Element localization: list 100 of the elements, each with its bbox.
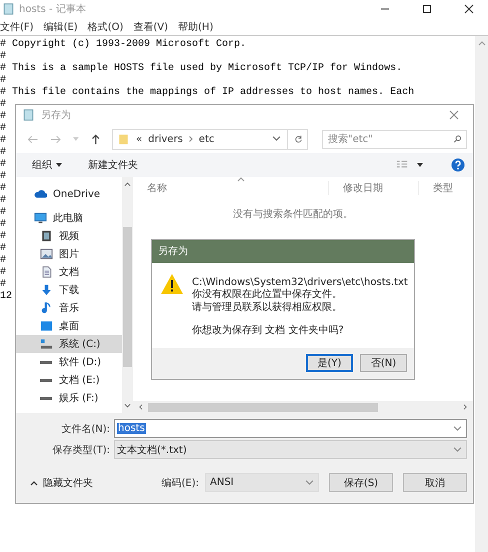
dialog-button[interactable]: 保存(S)	[329, 473, 393, 492]
sidebar-item[interactable]: 文档	[16, 263, 122, 281]
sidebar-item[interactable]: 娱乐 (F:)	[16, 389, 122, 407]
field-label: 文件名(N):	[60, 422, 111, 436]
scroll-up-icon[interactable]	[124, 181, 131, 187]
chevron-down-icon	[453, 446, 462, 454]
text-line: #	[0, 99, 6, 111]
sidebar-item[interactable]: 此电脑	[16, 209, 122, 227]
field-label: 保存类型(T):	[52, 444, 111, 456]
close-icon[interactable]	[464, 4, 474, 14]
sidebar-item[interactable]: 文档 (E:)	[16, 371, 122, 389]
menu-item[interactable]: 编辑(E)	[44, 20, 78, 34]
sidebar-item[interactable]: 下载	[16, 281, 122, 299]
notepad-icon	[2, 3, 15, 15]
text-line: #	[0, 183, 6, 195]
menu-item[interactable]: 查看(V)	[133, 20, 168, 34]
dialog-button[interactable]: 是(Y)	[306, 354, 353, 372]
encoding-dropdown[interactable]: ANSI	[205, 473, 319, 492]
scroll-down-icon[interactable]	[124, 403, 131, 409]
text-line: #	[0, 243, 6, 255]
scrollbar[interactable]	[475, 36, 488, 552]
question-text: 你想改为保存到 文档 文件夹中吗?	[192, 325, 345, 338]
text-line: #	[0, 159, 6, 171]
text-line: #	[0, 171, 6, 183]
chevron-icon	[188, 136, 193, 142]
text-line: #	[0, 279, 6, 291]
desktop-icon	[40, 320, 53, 332]
text-line: #	[0, 207, 6, 219]
text-line: #	[0, 147, 6, 159]
sidebar-item[interactable]: 桌面	[16, 317, 122, 335]
text-line: #	[0, 219, 6, 231]
breadcrumb-item[interactable]: drivers	[148, 134, 183, 144]
text-line: #	[0, 51, 6, 63]
file-type-dropdown[interactable]: 文本文档(*.txt)	[114, 440, 467, 459]
window-title: hosts - 记事本	[19, 2, 86, 16]
scrollbar[interactable]	[133, 401, 473, 413]
sidebar-item[interactable]: OneDrive	[16, 185, 122, 203]
organize-button[interactable]: 组织	[28, 158, 66, 172]
caret-icon[interactable]	[417, 163, 423, 167]
text-line: # Copyright (c) 1993-2009 Microsoft Corp.	[0, 39, 246, 51]
system-drive-icon	[40, 338, 53, 350]
text-line: # This is a sample HOSTS file used by Microsoft TCP/IP for Windows.	[0, 63, 402, 75]
menu-item[interactable]: 文件(F)	[0, 20, 34, 34]
scrollbar[interactable]	[122, 177, 133, 413]
help-icon[interactable]	[451, 158, 465, 172]
field-label: 编码(E):	[162, 476, 199, 490]
monitor-icon	[34, 212, 47, 224]
warning-icon	[160, 272, 184, 295]
picture-icon	[40, 248, 53, 260]
notepad-icon	[22, 109, 35, 121]
column-header[interactable]: 修改日期	[329, 181, 419, 195]
dialog-title: 另存为	[41, 108, 71, 122]
drive-icon	[40, 396, 52, 400]
dialog-button[interactable]: 取消	[403, 473, 467, 492]
chevron-down-icon[interactable]	[453, 424, 462, 432]
column-header[interactable]: 类型	[419, 181, 453, 195]
chevron-down-icon[interactable]	[272, 135, 281, 143]
text-line: #	[0, 123, 6, 135]
chevron-down-icon	[305, 478, 314, 486]
text-line: # This file contains the mappings of IP addresses to host names. Each	[0, 87, 414, 99]
search-field[interactable]: 搜索"etc"	[322, 130, 467, 148]
text-line: #	[0, 267, 6, 279]
message-line: C:\Windows\System32\drivers\etc\hosts.txt	[192, 276, 408, 288]
cloud-icon	[34, 188, 47, 200]
text-line: #	[0, 255, 6, 267]
music-note-icon	[40, 302, 53, 314]
sidebar-item[interactable]: 系统 (C:)	[16, 335, 122, 353]
menu-item[interactable]: 格式(O)	[88, 20, 124, 34]
drive-icon	[40, 378, 52, 382]
message-line: 请与管理员联系以获得相应权限。	[192, 302, 343, 314]
message-line: 你没有权限在此位置中保存文件。	[192, 289, 343, 302]
address-bar[interactable]: « drivers etc	[112, 128, 308, 150]
up-arrow-icon[interactable]	[90, 134, 102, 144]
file-name-field[interactable]: hosts	[114, 419, 467, 438]
text-line: #	[0, 111, 6, 123]
maximize-icon[interactable]	[422, 4, 432, 14]
column-header[interactable]: 名称	[133, 181, 329, 195]
scroll-right-icon[interactable]	[462, 404, 469, 410]
caret-icon	[56, 163, 62, 167]
sidebar-item[interactable]: 音乐	[16, 299, 122, 317]
sidebar-item[interactable]: 软件 (D:)	[16, 353, 122, 371]
breadcrumb-item[interactable]: «	[136, 134, 142, 144]
chevron-up-icon	[30, 480, 38, 486]
sidebar-item[interactable]: 图片	[16, 245, 122, 263]
dialog-title: 另存为	[158, 244, 188, 258]
download-arrow-icon	[40, 284, 53, 296]
refresh-icon[interactable]	[294, 135, 303, 143]
hide-folders-button[interactable]: 隐藏文件夹	[22, 476, 93, 490]
breadcrumb-item[interactable]: etc	[198, 134, 214, 144]
document-icon	[40, 266, 53, 278]
search-icon	[452, 134, 462, 142]
sidebar-item[interactable]: 视频	[16, 227, 122, 245]
film-icon	[40, 230, 53, 242]
text-line: #	[0, 231, 6, 243]
drive-icon	[40, 360, 52, 364]
dialog-button[interactable]: 否(N)	[360, 354, 407, 372]
folder-icon	[117, 133, 130, 145]
new-folder-button[interactable]: 新建文件夹	[84, 158, 142, 172]
menu-item[interactable]: 帮助(H)	[178, 20, 214, 34]
scroll-left-icon[interactable]	[137, 404, 144, 410]
